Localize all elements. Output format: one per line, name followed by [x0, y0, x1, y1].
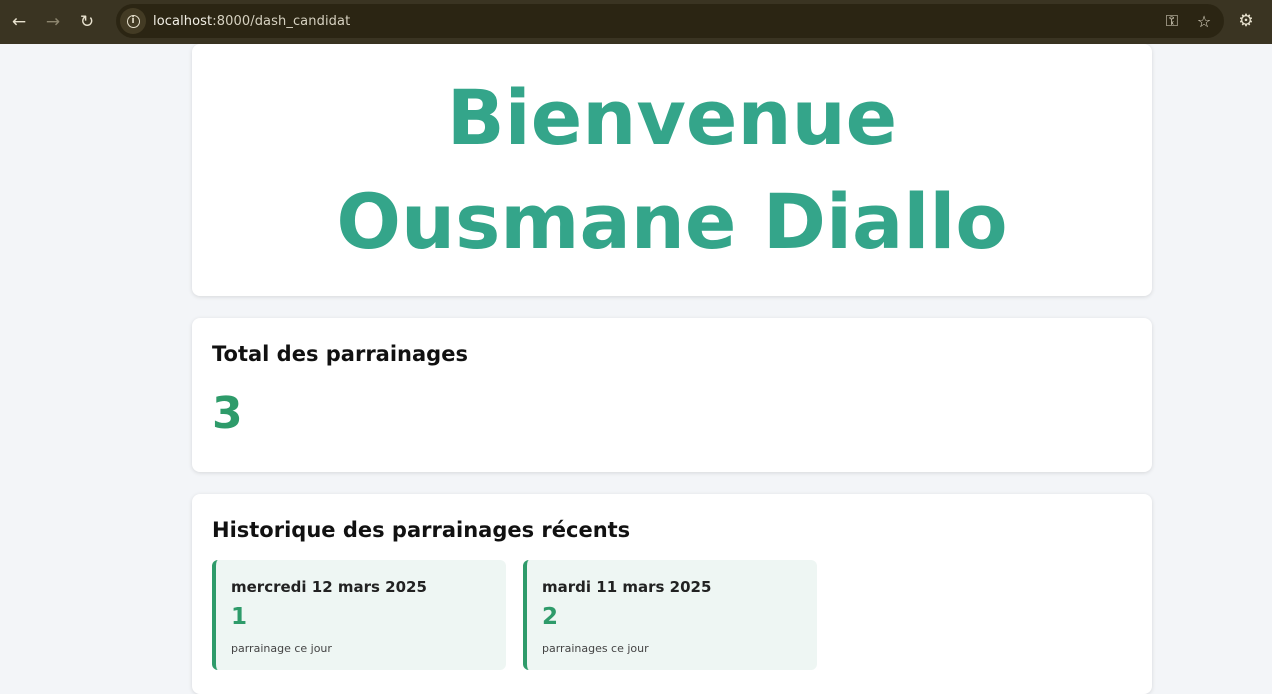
history-day-count: 2	[542, 604, 559, 630]
url-host: localhost	[153, 13, 213, 29]
info-icon: i	[126, 14, 140, 28]
extensions-icon[interactable]: ⚙	[1232, 7, 1260, 35]
forward-icon[interactable]: →	[38, 7, 68, 37]
site-info-button[interactable]: i	[120, 8, 146, 34]
total-value: 3	[212, 388, 243, 439]
total-card: Total des parrainages 3	[192, 318, 1152, 472]
key-icon[interactable]: ⚿	[1162, 11, 1182, 31]
history-day-count: 1	[231, 604, 248, 630]
browser-toolbar: ← → ↻ i localhost:8000/dash_candidat ⚿ ☆…	[0, 0, 1272, 44]
address-bar[interactable]: i localhost:8000/dash_candidat ⚿ ☆	[116, 4, 1224, 38]
url-path: :8000/dash_candidat	[212, 13, 351, 29]
address-bar-actions: ⚿ ☆	[1162, 4, 1214, 38]
welcome-title: Bienvenue Ousmane Diallo	[336, 73, 1008, 266]
history-day-label: parrainage ce jour	[231, 642, 332, 655]
welcome-card: Bienvenue Ousmane Diallo	[192, 44, 1152, 296]
history-card: Historique des parrainages récents mercr…	[192, 494, 1152, 694]
total-heading: Total des parrainages	[212, 342, 468, 366]
back-icon[interactable]: ←	[4, 7, 34, 37]
history-day-card: mardi 11 mars 2025 2 parrainages ce jour	[523, 560, 817, 670]
history-day-date: mercredi 12 mars 2025	[231, 578, 427, 596]
star-icon[interactable]: ☆	[1194, 12, 1214, 31]
url-text[interactable]: localhost:8000/dash_candidat	[153, 14, 350, 29]
history-day-card: mercredi 12 mars 2025 1 parrainage ce jo…	[212, 560, 506, 670]
history-day-label: parrainages ce jour	[542, 642, 649, 655]
reload-icon[interactable]: ↻	[72, 7, 102, 37]
history-heading: Historique des parrainages récents	[212, 518, 631, 542]
history-day-date: mardi 11 mars 2025	[542, 578, 712, 596]
